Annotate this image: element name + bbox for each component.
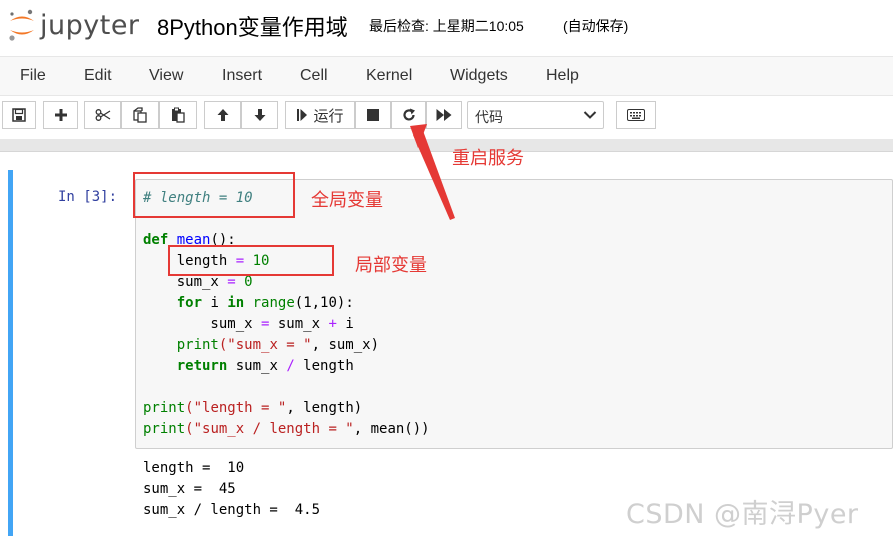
logo-text: jupyter: [40, 10, 140, 41]
output-line: length = 10: [143, 460, 245, 476]
code-line-7: print("sum_x = ", sum_x): [143, 335, 379, 356]
operator-token: +: [328, 316, 337, 332]
code-text: sum_x: [143, 316, 262, 332]
autosave-status: (自动保存): [563, 18, 629, 34]
menu-kernel[interactable]: Kernel: [366, 67, 412, 85]
in-keyword: in: [227, 295, 245, 311]
run-button[interactable]: 运行: [285, 101, 355, 129]
run-label: 运行: [313, 107, 344, 125]
code-text: sum_x: [269, 316, 329, 332]
move-up-icon: [217, 109, 228, 121]
copy-button[interactable]: [121, 101, 159, 129]
string-token: ("sum_x / length = ": [185, 421, 354, 437]
keyboard-icon: [627, 109, 645, 121]
command-palette-button[interactable]: [616, 101, 656, 129]
global-variable-highlight: [133, 172, 295, 218]
stop-icon: [367, 109, 379, 121]
code-line-5: for i in range(1,10):: [143, 293, 354, 314]
interrupt-button[interactable]: [355, 101, 391, 129]
run-icon: [297, 109, 308, 121]
operator-token: =: [227, 274, 236, 290]
menu-insert[interactable]: Insert: [222, 67, 262, 85]
return-keyword: return: [176, 358, 228, 374]
paste-button[interactable]: [159, 101, 197, 129]
annotation-arrow-icon: [410, 124, 455, 220]
builtin-token: range: [252, 295, 295, 311]
menu-help[interactable]: Help: [546, 67, 579, 85]
input-prompt: In [3]:: [58, 189, 118, 205]
string-token: ("sum_x = ": [218, 337, 312, 353]
code-text: length: [294, 358, 354, 374]
code-text: sum_x: [227, 358, 287, 374]
menu-view[interactable]: View: [149, 67, 183, 85]
code-text: sum_x: [143, 274, 228, 290]
menu-file[interactable]: File: [20, 67, 46, 85]
code-text: i: [202, 295, 228, 311]
menu-widgets[interactable]: Widgets: [450, 67, 508, 85]
operator-token: /: [286, 358, 295, 374]
string-token: ("length = ": [185, 400, 287, 416]
code-text: , mean()): [353, 421, 430, 437]
chevron-down-icon: [583, 111, 597, 119]
builtin-token: print: [143, 421, 186, 437]
watermark: CSDN @南浔Pyer: [626, 499, 859, 530]
cut-button[interactable]: [84, 101, 121, 129]
copy-icon: [133, 107, 147, 123]
builtin-token: print: [143, 400, 186, 416]
save-icon: [12, 108, 26, 122]
checkpoint-status: 最后检查: 上星期二10:05: [369, 18, 524, 34]
code-line-6: sum_x = sum_x + i: [143, 314, 354, 335]
cut-icon: [95, 109, 110, 121]
def-keyword: def: [143, 232, 169, 248]
builtin-token: print: [176, 337, 219, 353]
menubar: File Edit View Insert Cell Kernel Widget…: [0, 56, 893, 96]
jupyter-logo-icon: [9, 9, 34, 41]
global-variable-label: 全局变量: [311, 190, 383, 211]
header: jupyter 8Python变量作用域 最后检查: 上星期二10:05 (自动…: [0, 0, 893, 56]
code-text: i: [336, 316, 354, 332]
menu-edit[interactable]: Edit: [84, 67, 112, 85]
for-keyword: for: [176, 295, 203, 311]
paste-icon: [172, 107, 185, 123]
code-text: , length): [286, 400, 363, 416]
notebook-title[interactable]: 8Python变量作用域: [157, 10, 348, 42]
local-variable-highlight: [168, 245, 334, 276]
insert-cell-button[interactable]: [43, 101, 78, 129]
output-line: sum_x / length = 4.5: [143, 502, 321, 518]
code-line-10: print("sum_x / length = ", mean()): [143, 419, 430, 440]
add-icon: [54, 109, 67, 121]
move-down-icon: [254, 109, 265, 121]
code-text: , sum_x): [311, 337, 380, 353]
code-text: (1,10):: [294, 295, 354, 311]
move-up-button[interactable]: [204, 101, 241, 129]
save-button[interactable]: [2, 101, 36, 129]
local-variable-label: 局部变量: [355, 255, 427, 276]
code-line-8: return sum_x / length: [143, 356, 354, 377]
number-token: 0: [235, 274, 253, 290]
output-line: sum_x = 45: [143, 481, 236, 497]
menu-cell[interactable]: Cell: [300, 67, 328, 85]
code-line-9: print("length = ", length): [143, 398, 362, 419]
move-down-button[interactable]: [241, 101, 278, 129]
cell-type-select[interactable]: 代码: [467, 101, 604, 129]
jupyter-logo[interactable]: jupyter: [8, 6, 143, 46]
